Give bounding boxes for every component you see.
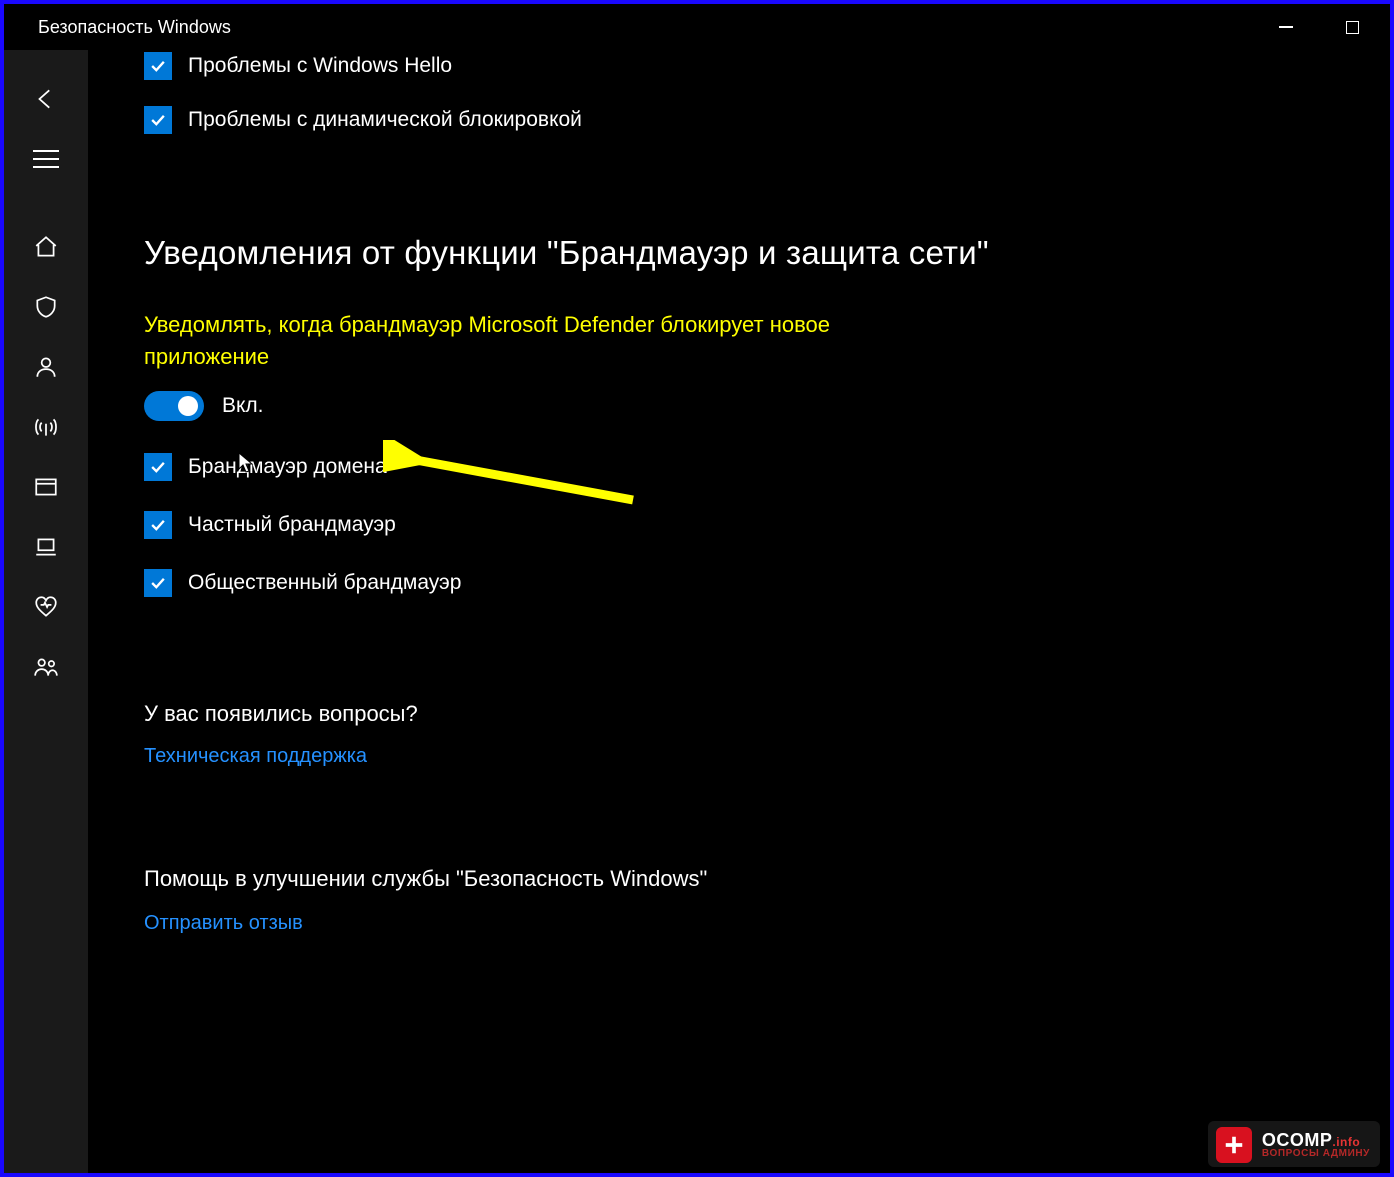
minimize-button[interactable]: [1266, 12, 1306, 42]
checkbox-public-firewall[interactable]: [144, 569, 172, 597]
maximize-button[interactable]: [1332, 12, 1372, 42]
checkmark-icon: [148, 573, 168, 593]
watermark-logo: [1216, 1127, 1252, 1163]
hamburger-icon: [33, 150, 59, 168]
watermark-brand: OCOMP: [1262, 1130, 1333, 1150]
titlebar: Безопасность Windows: [4, 4, 1390, 50]
back-button[interactable]: [19, 72, 73, 126]
toggle-knob: [178, 396, 198, 416]
check-row-windows-hello: Проблемы с Windows Hello: [144, 50, 1350, 88]
sub-checks: Брандмауэр домена Частный брандмауэр Общ…: [144, 445, 1350, 605]
checkmark-icon: [148, 515, 168, 535]
app-body: Проблемы с Windows Hello Проблемы с дина…: [4, 50, 1390, 1173]
support-link[interactable]: Техническая поддержка: [144, 745, 1350, 768]
check-row-private-firewall: Частный брандмауэр: [144, 503, 1350, 547]
menu-button[interactable]: [19, 132, 73, 186]
checkbox-windows-hello[interactable]: [144, 52, 172, 80]
nav-device-security[interactable]: [19, 520, 73, 574]
check-label: Проблемы с Windows Hello: [188, 54, 452, 78]
check-row-domain-firewall: Брандмауэр домена: [144, 445, 1350, 489]
section-heading: Уведомления от функции "Брандмауэр и защ…: [144, 232, 1350, 275]
questions-heading: У вас появились вопросы?: [144, 701, 1350, 727]
mouse-cursor-icon: [238, 452, 256, 474]
watermark: OCOMP.info ВОПРОСЫ АДМИНУ: [1208, 1121, 1380, 1167]
watermark-tld: .info: [1332, 1135, 1360, 1149]
checkmark-icon: [148, 110, 168, 130]
improve-heading: Помощь в улучшении службы "Безопасность …: [144, 864, 1350, 895]
antenna-icon: [33, 414, 59, 440]
feedback-link[interactable]: Отправить отзыв: [144, 912, 1350, 935]
nav-home[interactable]: [19, 220, 73, 274]
checkbox-domain-firewall[interactable]: [144, 453, 172, 481]
nav-firewall[interactable]: [19, 400, 73, 454]
watermark-text: OCOMP.info ВОПРОСЫ АДМИНУ: [1262, 1131, 1370, 1159]
sidebar: [4, 50, 88, 1173]
notifications-toggle[interactable]: [144, 391, 204, 421]
person-icon: [33, 354, 59, 380]
checkbox-dynamic-lock[interactable]: [144, 106, 172, 134]
checkmark-icon: [148, 56, 168, 76]
nav-device-performance[interactable]: [19, 580, 73, 634]
toggle-state-label: Вкл.: [222, 394, 264, 418]
plus-icon: [1223, 1134, 1245, 1156]
checkbox-private-firewall[interactable]: [144, 511, 172, 539]
watermark-tagline: ВОПРОСЫ АДМИНУ: [1262, 1149, 1370, 1159]
toggle-row: Вкл.: [144, 391, 1350, 421]
arrow-left-icon: [33, 86, 59, 112]
heart-icon: [33, 594, 59, 620]
check-label: Брандмауэр домена: [188, 455, 387, 479]
app-window: Безопасность Windows: [0, 0, 1394, 1177]
nav-account-protection[interactable]: [19, 340, 73, 394]
nav-app-browser[interactable]: [19, 460, 73, 514]
check-row-dynamic-lock: Проблемы с динамической блокировкой: [144, 98, 1350, 142]
check-label: Проблемы с динамической блокировкой: [188, 108, 582, 132]
toggle-description: Уведомлять, когда брандмауэр Microsoft D…: [144, 309, 864, 373]
nav-virus-protection[interactable]: [19, 280, 73, 334]
shield-icon: [33, 294, 59, 320]
check-label: Частный брандмауэр: [188, 513, 396, 537]
check-label: Общественный брандмауэр: [188, 571, 461, 595]
window-icon: [33, 474, 59, 500]
nav-family-options[interactable]: [19, 640, 73, 694]
window-title: Безопасность Windows: [38, 17, 231, 38]
window-controls: [1266, 12, 1380, 42]
checkmark-icon: [148, 457, 168, 477]
home-icon: [33, 234, 59, 260]
people-icon: [33, 654, 59, 680]
laptop-icon: [33, 534, 59, 560]
check-row-public-firewall: Общественный брандмауэр: [144, 561, 1350, 605]
content-area: Проблемы с Windows Hello Проблемы с дина…: [88, 50, 1390, 1173]
